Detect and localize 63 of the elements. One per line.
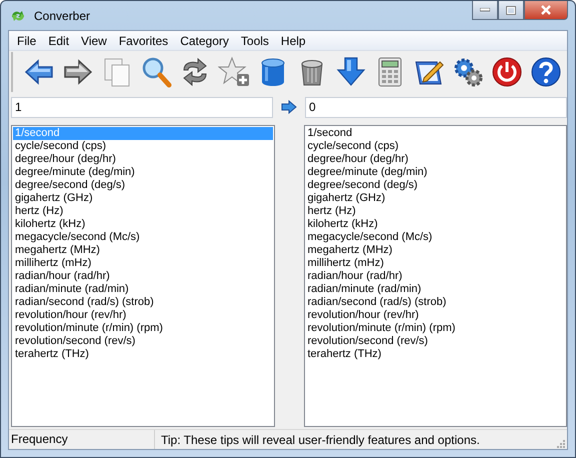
list-item[interactable]: degree/minute (deg/min) (306, 166, 565, 179)
list-item[interactable]: radian/second (rad/s) (strob) (13, 296, 272, 309)
list-item[interactable]: terahertz (THz) (306, 348, 565, 361)
list-item[interactable]: megacycle/second (Mc/s) (13, 231, 272, 244)
list-item[interactable]: megahertz (MHz) (13, 244, 272, 257)
list-item[interactable]: degree/hour (deg/hr) (13, 153, 272, 166)
list-item[interactable]: millihertz (mHz) (13, 257, 272, 270)
list-item[interactable]: cycle/second (cps) (306, 140, 565, 153)
list-item[interactable]: radian/minute (rad/min) (306, 283, 565, 296)
result-field: 0 (305, 96, 567, 118)
menu-item[interactable]: View (75, 34, 113, 48)
list-item[interactable]: radian/hour (rad/hr) (306, 270, 565, 283)
list-item[interactable]: degree/second (deg/s) (306, 179, 565, 192)
status-tip: Tip: These tips will reveal user-friendly features and options. (160, 432, 481, 446)
restore-button[interactable] (498, 1, 524, 20)
list-item[interactable]: 1/second (306, 127, 565, 140)
unit-list[interactable] (304, 125, 567, 427)
list-item[interactable]: radian/minute (rad/min) (13, 283, 272, 296)
list-item[interactable]: degree/second (deg/s) (13, 179, 272, 192)
list-item[interactable]: gigahertz (GHz) (306, 192, 565, 205)
list-item[interactable]: kilohertz (kHz) (13, 218, 272, 231)
arrow-icon[interactable] (281, 100, 297, 114)
list-item[interactable]: revolution/minute (r/min) (rpm) (306, 322, 565, 335)
search-icon[interactable] (140, 56, 172, 88)
list-item[interactable]: cycle/second (cps) (13, 140, 272, 153)
menu-item[interactable]: File (11, 34, 42, 48)
list-item[interactable]: degree/minute (deg/min) (13, 166, 272, 179)
download-arrow-icon[interactable] (335, 56, 367, 88)
list-item[interactable]: hertz (Hz) (13, 205, 272, 218)
list-item[interactable]: terahertz (THz) (13, 348, 272, 361)
list-item[interactable]: hertz (Hz) (306, 205, 565, 218)
close-button[interactable] (524, 1, 568, 20)
list-item[interactable]: revolution/second (rev/s) (13, 335, 272, 348)
list-item[interactable]: radian/second (rad/s) (strob) (306, 296, 565, 309)
list-item[interactable]: degree/hour (deg/hr) (306, 153, 565, 166)
menu-item[interactable]: Edit (42, 34, 76, 48)
unit-list[interactable] (11, 125, 274, 427)
menu-item[interactable]: Category (174, 34, 235, 48)
power-icon[interactable] (491, 56, 523, 88)
list-item[interactable]: megacycle/second (Mc/s) (306, 231, 565, 244)
minimize-icon (480, 8, 490, 12)
input-field[interactable]: 1 (11, 96, 273, 118)
list-item[interactable]: radian/hour (rad/hr) (13, 270, 272, 283)
gears-icon[interactable] (452, 56, 484, 88)
minimize-button[interactable] (472, 1, 498, 20)
status-category: Frequency (9, 430, 155, 449)
star-plus-icon[interactable] (218, 56, 250, 88)
menu-item[interactable]: Favorites (112, 34, 174, 48)
list-item[interactable]: gigahertz (GHz) (13, 192, 272, 205)
list-item[interactable]: kilohertz (kHz) (306, 218, 565, 231)
list-item[interactable]: megahertz (MHz) (306, 244, 565, 257)
close-icon (540, 5, 552, 15)
menu-item[interactable]: Tools (234, 34, 275, 48)
list-item[interactable]: millihertz (mHz) (306, 257, 565, 270)
list-item[interactable]: revolution/hour (rev/hr) (13, 309, 272, 322)
window-title: Converber (34, 8, 92, 22)
help-icon[interactable] (530, 56, 562, 88)
list-item[interactable]: revolution/minute (r/min) (rpm) (13, 322, 272, 335)
menu-item[interactable]: Help (274, 34, 312, 48)
restore-icon (506, 6, 516, 14)
list-item[interactable]: revolution/second (rev/s) (306, 335, 565, 348)
list-item[interactable]: revolution/hour (rev/hr) (306, 309, 565, 322)
resize-grip-icon[interactable] (556, 439, 565, 448)
